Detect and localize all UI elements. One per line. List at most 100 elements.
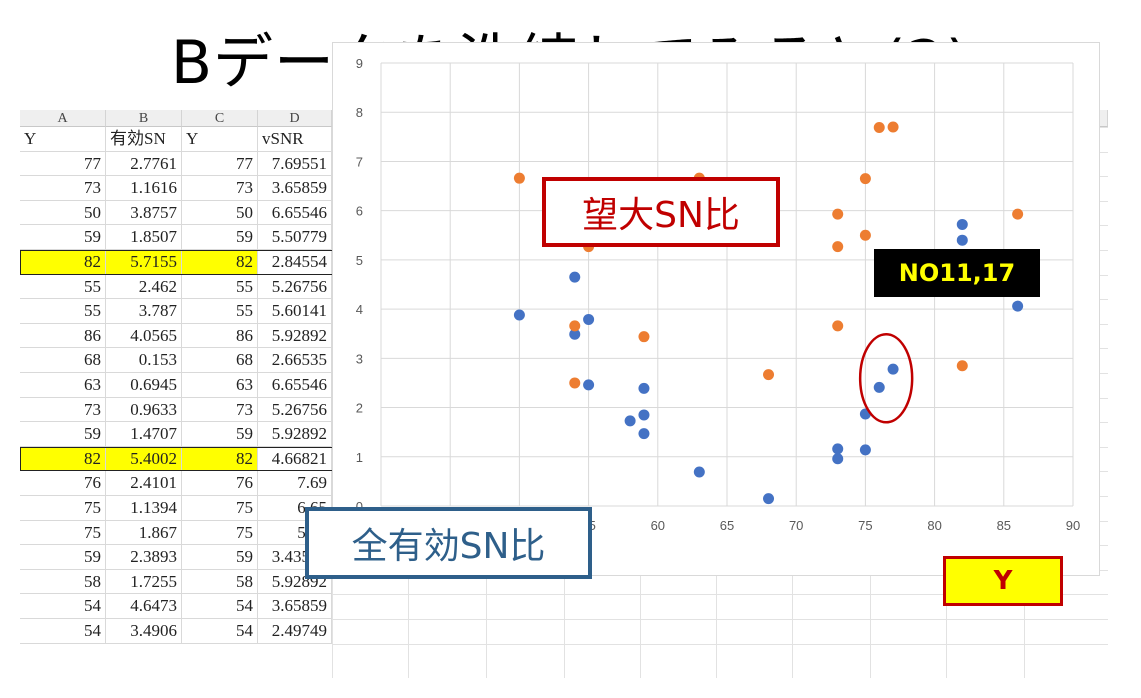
table-cell[interactable]: 0.9633 <box>106 397 182 423</box>
table-cell[interactable]: 77 <box>182 151 258 177</box>
table-cell[interactable]: 5.50779 <box>258 225 332 250</box>
table-cell[interactable]: 2.3893 <box>106 545 182 570</box>
header-cell[interactable]: vSNR <box>258 127 332 152</box>
table-cell[interactable]: 63 <box>182 373 258 398</box>
table-cell[interactable]: 7.69 <box>258 471 332 496</box>
table-cell[interactable]: 2.4101 <box>106 471 182 496</box>
table-cell[interactable]: 75 <box>20 520 106 546</box>
table-cell[interactable]: 1.867 <box>106 520 182 546</box>
table-cell[interactable]: 54 <box>182 619 258 644</box>
table-cell[interactable]: 75 <box>20 496 106 521</box>
table-cell[interactable]: 59 <box>182 422 258 447</box>
table-cell[interactable]: 6.65546 <box>258 373 332 398</box>
table-cell[interactable]: 7.69551 <box>258 151 332 177</box>
table-cell[interactable]: 5.26756 <box>258 274 332 300</box>
table-cell[interactable]: 2.49749 <box>258 619 332 644</box>
table-cell[interactable]: 68 <box>182 348 258 373</box>
data-point <box>1012 300 1024 312</box>
total-sn-label: 全有効SN比 <box>351 526 546 567</box>
table-cell[interactable]: 4.0565 <box>106 323 182 349</box>
table-cell[interactable]: 75 <box>182 496 258 521</box>
table-cell[interactable]: 1.4707 <box>106 422 182 447</box>
table-cell[interactable]: 86 <box>20 323 106 349</box>
data-point <box>569 271 581 283</box>
data-point <box>638 382 650 394</box>
table-cell[interactable]: 68 <box>20 348 106 373</box>
table-cell[interactable]: 3.8757 <box>106 200 182 226</box>
table-cell[interactable]: 55 <box>20 299 106 324</box>
data-point <box>513 172 525 184</box>
table-cell[interactable]: 5.60141 <box>258 299 332 324</box>
table-cell[interactable]: 77 <box>20 151 106 177</box>
table-cell[interactable]: 1.8507 <box>106 225 182 250</box>
table-cell[interactable]: 54 <box>182 594 258 619</box>
table-cell[interactable]: 73 <box>182 176 258 201</box>
x-tick-label: 90 <box>1066 518 1080 533</box>
table-cell[interactable]: 59 <box>20 422 106 447</box>
table-cell[interactable]: 5.92892 <box>258 323 332 349</box>
table-cell[interactable]: 5.92892 <box>258 422 332 447</box>
header-cell[interactable]: Y <box>20 127 106 152</box>
table-cell[interactable]: 2.7761 <box>106 151 182 177</box>
table-cell[interactable]: 86 <box>182 323 258 349</box>
table-cell[interactable]: 1.1616 <box>106 176 182 201</box>
y-tick-label: 1 <box>356 450 363 465</box>
table-cell[interactable]: 58 <box>182 569 258 595</box>
table-cell[interactable]: 5.26756 <box>258 397 332 423</box>
header-cell[interactable]: 有効SN <box>106 127 182 152</box>
table-cell[interactable]: 73 <box>20 397 106 423</box>
table-cell[interactable]: 3.787 <box>106 299 182 324</box>
data-point <box>763 369 775 381</box>
table-cell[interactable]: 3.65859 <box>258 176 332 201</box>
header-cell[interactable]: Y <box>182 127 258 152</box>
table-cell[interactable]: 76 <box>182 471 258 496</box>
no-tag-box: NO11,17 <box>874 249 1040 297</box>
grid-line <box>332 643 1108 645</box>
table-cell[interactable]: 75 <box>182 520 258 546</box>
y-tag-box: Y <box>943 556 1063 606</box>
table-cell[interactable]: 3.65859 <box>258 594 332 619</box>
highlight-ellipse <box>858 333 914 424</box>
table-cell[interactable]: 54 <box>20 619 106 644</box>
y-tick-label: 3 <box>356 351 363 366</box>
data-point <box>956 360 968 372</box>
table-cell[interactable]: 55 <box>182 299 258 324</box>
table-cell[interactable]: 58 <box>20 569 106 595</box>
data-point <box>569 377 581 389</box>
table-cell[interactable]: 59 <box>182 545 258 570</box>
table-cell[interactable]: 2.66535 <box>258 348 332 373</box>
table-cell[interactable]: 4.6473 <box>106 594 182 619</box>
column-header-c[interactable]: C <box>182 110 258 127</box>
y-tick-label: 9 <box>356 56 363 71</box>
table-cell[interactable]: 54 <box>20 594 106 619</box>
table-cell[interactable]: 1.7255 <box>106 569 182 595</box>
table-cell[interactable]: 59 <box>20 545 106 570</box>
table-cell[interactable]: 63 <box>20 373 106 398</box>
scatter-plot-svg: 40455055606570758085900123456789 <box>356 56 1080 533</box>
table-cell[interactable]: 50 <box>182 200 258 226</box>
table-cell[interactable]: 55 <box>182 274 258 300</box>
data-point <box>638 428 650 440</box>
table-cell[interactable]: 0.153 <box>106 348 182 373</box>
column-header-d[interactable]: D <box>258 110 332 127</box>
table-cell[interactable]: 50 <box>20 200 106 226</box>
table-cell[interactable]: 73 <box>20 176 106 201</box>
table-cell[interactable]: 73 <box>182 397 258 423</box>
column-header-a[interactable]: A <box>20 110 106 127</box>
highlight-row-border <box>20 446 333 472</box>
table-cell[interactable]: 55 <box>20 274 106 300</box>
table-cell[interactable]: 3.4906 <box>106 619 182 644</box>
data-point <box>513 309 525 321</box>
y-tick-label: 5 <box>356 253 363 268</box>
data-point <box>569 320 581 332</box>
table-cell[interactable]: 0.6945 <box>106 373 182 398</box>
table-cell[interactable]: 2.462 <box>106 274 182 300</box>
table-cell[interactable]: 59 <box>182 225 258 250</box>
table-cell[interactable]: 59 <box>20 225 106 250</box>
data-point <box>956 234 968 246</box>
table-cell[interactable]: 6.65546 <box>258 200 332 226</box>
column-header-b[interactable]: B <box>106 110 182 127</box>
table-cell[interactable]: 1.1394 <box>106 496 182 521</box>
table-cell[interactable]: 76 <box>20 471 106 496</box>
data-point <box>859 229 871 241</box>
